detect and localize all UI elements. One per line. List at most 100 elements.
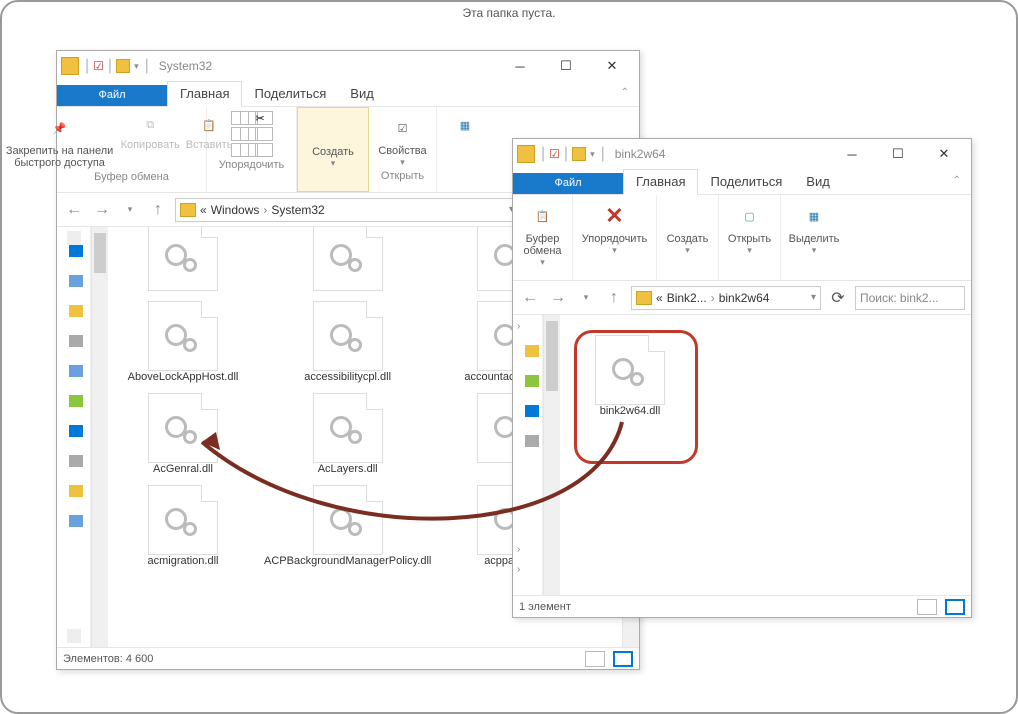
scroll-up-icon[interactable]: [67, 231, 81, 245]
thispc-icon[interactable]: [69, 425, 83, 437]
properties-button[interactable]: ☑ Свойства ▾: [378, 111, 426, 168]
new-folder-button[interactable]: Создать ▾: [312, 112, 354, 169]
network-icon[interactable]: [69, 485, 83, 497]
up-button[interactable]: ↑: [603, 287, 625, 309]
organize-mini-buttons[interactable]: [231, 111, 249, 157]
file-item[interactable]: accessibilitycpl.dll: [293, 301, 403, 383]
recent-locations-icon[interactable]: ▾: [575, 287, 597, 309]
organize-mini-buttons-2[interactable]: ✂: [255, 111, 273, 157]
chevron-right-icon[interactable]: ›: [263, 203, 267, 217]
file-item[interactable]: [128, 227, 238, 291]
organize-button[interactable]: ✕ Упорядочить ▾: [582, 199, 647, 256]
open-button[interactable]: ▢ Открыть ▾: [728, 199, 771, 256]
onedrive-icon[interactable]: [69, 395, 83, 407]
tree-scrollbar[interactable]: [91, 227, 108, 647]
pictures-icon[interactable]: [69, 365, 83, 377]
select-button[interactable]: ▦ Выделить ▾: [789, 199, 840, 256]
tree-chevron-icon[interactable]: ›: [517, 564, 520, 575]
close-button[interactable]: ✕: [921, 139, 967, 169]
collapse-ribbon-icon[interactable]: ⌃: [621, 87, 629, 98]
folder-icon[interactable]: [525, 345, 539, 357]
file-item[interactable]: AcLayers.dll: [293, 393, 403, 475]
refresh-button[interactable]: ⟳: [827, 287, 849, 309]
tab-home[interactable]: Главная: [623, 169, 698, 195]
search-input[interactable]: Поиск: bink2...: [855, 286, 965, 310]
collapse-ribbon-icon[interactable]: ⌃: [953, 175, 961, 186]
chevron-down-icon: ▾: [331, 158, 336, 169]
address-bar[interactable]: « Bink2... › bink2w64 ▾: [631, 286, 821, 310]
tab-home[interactable]: Главная: [167, 81, 242, 107]
minimize-button[interactable]: ─: [497, 51, 543, 81]
drive-icon[interactable]: [69, 455, 83, 467]
breadcrumb-windows[interactable]: Windows: [211, 203, 260, 217]
qat-checkbox-icon[interactable]: ☑: [93, 59, 104, 73]
breadcrumb-system32[interactable]: System32: [271, 203, 324, 217]
quickaccess-icon[interactable]: [69, 245, 83, 257]
pin-to-quickaccess-button[interactable]: 📌 Закрепить на панели быстрого доступа: [5, 111, 115, 169]
tree-chevron-icon[interactable]: ›: [517, 544, 520, 555]
icons-view-button[interactable]: [613, 651, 633, 667]
file-list-pane[interactable]: bink2w64.dll: [560, 315, 971, 595]
create-button[interactable]: Создать ▾: [667, 199, 709, 256]
file-item[interactable]: [293, 227, 403, 291]
details-view-button[interactable]: [585, 651, 605, 667]
file-item[interactable]: acmigration.dll: [128, 485, 238, 567]
clipboard-button[interactable]: 📋 Буфер обмена ▾: [523, 199, 561, 268]
file-name: acmigration.dll: [148, 555, 219, 567]
qat-separator: |: [145, 57, 149, 75]
tab-share[interactable]: Поделиться: [242, 82, 338, 106]
close-button[interactable]: ✕: [589, 51, 635, 81]
nav-tree-pane[interactable]: [57, 227, 91, 647]
folder-icon: [517, 145, 535, 163]
tab-view[interactable]: Вид: [794, 170, 842, 194]
file-item-bink2w64[interactable]: bink2w64.dll: [580, 335, 680, 417]
titlebar[interactable]: | ☑ | ▾ | bink2w64 ─ ☐ ✕: [513, 139, 971, 169]
scroll-down-icon[interactable]: [67, 629, 81, 643]
back-button[interactable]: ←: [519, 287, 541, 309]
thispc-icon[interactable]: [525, 405, 539, 417]
qat-dropdown-icon[interactable]: ▾: [590, 149, 595, 160]
maximize-button[interactable]: ☐: [543, 51, 589, 81]
tree-chevron-icon[interactable]: ›: [517, 321, 520, 332]
nav-tree-pane[interactable]: › › ›: [513, 315, 543, 595]
chevron-right-icon[interactable]: ›: [711, 291, 715, 305]
details-view-button[interactable]: [917, 599, 937, 615]
downloads-icon[interactable]: [69, 305, 83, 317]
qat-checkbox-icon[interactable]: ☑: [549, 147, 560, 161]
file-item[interactable]: AboveLockAppHost.dll: [128, 301, 238, 383]
minimize-button[interactable]: ─: [829, 139, 875, 169]
tree-scrollbar[interactable]: [543, 315, 560, 595]
ribbon-tabs: Файл Главная Поделиться Вид ⌃: [513, 169, 971, 195]
qat-dropdown-icon[interactable]: ▾: [134, 61, 139, 72]
drive-icon[interactable]: [525, 435, 539, 447]
onedrive-icon[interactable]: [525, 375, 539, 387]
tab-share[interactable]: Поделиться: [698, 170, 794, 194]
tab-view[interactable]: Вид: [338, 82, 386, 106]
address-dropdown-icon[interactable]: ▾: [811, 292, 816, 303]
copy-button[interactable]: ⧉Копировать: [121, 111, 180, 151]
icons-view-button[interactable]: [945, 599, 965, 615]
tab-file[interactable]: Файл: [513, 173, 623, 194]
address-bar[interactable]: « Windows › System32 ▾: [175, 198, 519, 222]
documents-icon[interactable]: [69, 335, 83, 347]
chevron-down-icon: ▾: [612, 245, 617, 256]
recent-locations-icon[interactable]: ▾: [119, 199, 141, 221]
back-button[interactable]: ←: [63, 199, 85, 221]
chevron-down-icon: ▾: [540, 257, 545, 268]
forward-button[interactable]: →: [547, 287, 569, 309]
drive2-icon[interactable]: [69, 515, 83, 527]
file-item[interactable]: AcGenral.dll: [128, 393, 238, 475]
tab-file[interactable]: Файл: [57, 85, 167, 106]
breadcrumb-seg2[interactable]: bink2w64: [719, 291, 770, 305]
maximize-button[interactable]: ☐: [875, 139, 921, 169]
ribbon-tabs: Файл Главная Поделиться Вид ⌃: [57, 81, 639, 107]
file-item[interactable]: ACPBackgroundManagerPolicy.dll: [293, 485, 403, 567]
desktop-icon[interactable]: [69, 275, 83, 287]
forward-button[interactable]: →: [91, 199, 113, 221]
titlebar[interactable]: | ☑ | ▾ | System32 ─ ☐ ✕: [57, 51, 639, 81]
item-count: Элементов: 4 600: [63, 653, 153, 665]
up-button[interactable]: ↑: [147, 199, 169, 221]
breadcrumb-seg1[interactable]: Bink2...: [667, 291, 707, 305]
select-button[interactable]: ▦: [451, 111, 479, 139]
create-label: Создать: [667, 233, 709, 245]
